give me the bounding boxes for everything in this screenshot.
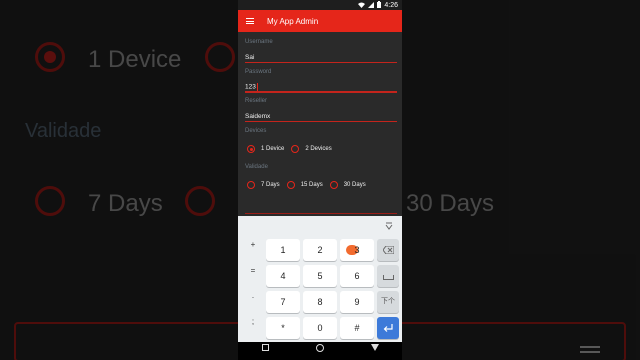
circle-icon [315, 344, 324, 352]
reseller-underline [245, 121, 397, 122]
status-time: 4:26 [384, 2, 398, 9]
keyboard-symbol-column: + = . ; [245, 238, 261, 340]
password-label: Password [245, 69, 272, 75]
radio-7-days-label[interactable]: 7 Days [261, 182, 280, 188]
key-5[interactable]: 5 [303, 265, 337, 287]
key-7[interactable]: 7 [266, 291, 300, 313]
radio-1-device[interactable] [247, 145, 255, 153]
validade-radio-group: 7 Days 15 Days 30 Days [247, 181, 373, 189]
form-bottom-line [245, 213, 397, 214]
back-button[interactable] [368, 344, 382, 358]
radio-7-days[interactable] [247, 181, 255, 189]
key-6[interactable]: 6 [340, 265, 374, 287]
keyboard-toolbar [238, 216, 402, 236]
key-3[interactable]: 3 [340, 239, 374, 261]
status-bar: 4:26 [238, 0, 402, 10]
numeric-keyboard: + = . ; 1 2 3 4 5 6 7 8 9 下个 * 0 # [238, 216, 402, 342]
key-1[interactable]: 1 [266, 239, 300, 261]
battery-icon [377, 1, 382, 10]
status-icons: 4:26 [358, 1, 398, 10]
app-title: My App Admin [267, 16, 319, 26]
username-label: Username [245, 39, 273, 45]
key-0[interactable]: 0 [303, 317, 337, 339]
text-cursor [256, 83, 258, 91]
key-9[interactable]: 9 [340, 291, 374, 313]
wifi-icon [358, 2, 366, 10]
key-equals[interactable]: = [245, 264, 261, 290]
space-icon [382, 275, 394, 280]
radio-2-devices-label[interactable]: 2 Devices [305, 146, 331, 152]
backspace-key[interactable] [377, 239, 399, 261]
username-field[interactable]: Sai [245, 54, 254, 61]
enter-key[interactable] [377, 317, 399, 339]
username-underline [245, 62, 397, 63]
key-plus[interactable]: + [245, 238, 261, 264]
phone-screen: 4:26 My App Admin Username Sai Password … [238, 0, 402, 360]
screen-recording-frame: 1 Device Validade 7 Days 30 Days 4:26 My… [0, 0, 640, 360]
key-8[interactable]: 8 [303, 291, 337, 313]
key-period[interactable]: . [245, 289, 261, 315]
key-semicolon[interactable]: ; [245, 315, 261, 341]
signal-icon [368, 1, 375, 10]
radio-2-devices[interactable] [291, 145, 300, 153]
key-3-label: 3 [354, 245, 360, 255]
app-bar: My App Admin [238, 10, 402, 32]
home-button[interactable] [313, 344, 327, 358]
password-value: 123 [245, 83, 256, 91]
radio-15-days[interactable] [286, 181, 295, 189]
backspace-icon [381, 245, 394, 255]
admin-form: Username Sai Password 123 Reseller Saide… [238, 32, 402, 216]
space-key[interactable] [377, 265, 399, 287]
reseller-field[interactable]: Saidemx [245, 113, 270, 120]
devices-label: Devices [245, 128, 267, 134]
devices-radio-group: 1 Device 2 Devices [247, 145, 339, 153]
validade-label: Validade [245, 164, 268, 170]
radio-15-days-label[interactable]: 15 Days [301, 182, 323, 188]
radio-30-days-label[interactable]: 30 Days [344, 182, 366, 188]
recents-button[interactable] [258, 344, 272, 358]
keyboard-hide-icon[interactable] [384, 221, 394, 231]
navigation-bar [238, 342, 402, 360]
next-key[interactable]: 下个 [377, 291, 399, 313]
key-star[interactable]: * [266, 317, 300, 339]
square-icon [261, 344, 269, 351]
key-4[interactable]: 4 [266, 265, 300, 287]
password-underline [245, 91, 397, 93]
key-hash[interactable]: # [340, 317, 374, 339]
menu-icon[interactable] [246, 18, 254, 24]
back-triangle-icon [370, 344, 379, 351]
enter-icon [383, 324, 393, 332]
radio-30-days[interactable] [329, 181, 338, 189]
key-2[interactable]: 2 [303, 239, 337, 261]
reseller-label: Reseller [245, 98, 268, 104]
radio-1-device-label[interactable]: 1 Device [261, 146, 284, 152]
password-field[interactable]: 123 [245, 83, 258, 91]
